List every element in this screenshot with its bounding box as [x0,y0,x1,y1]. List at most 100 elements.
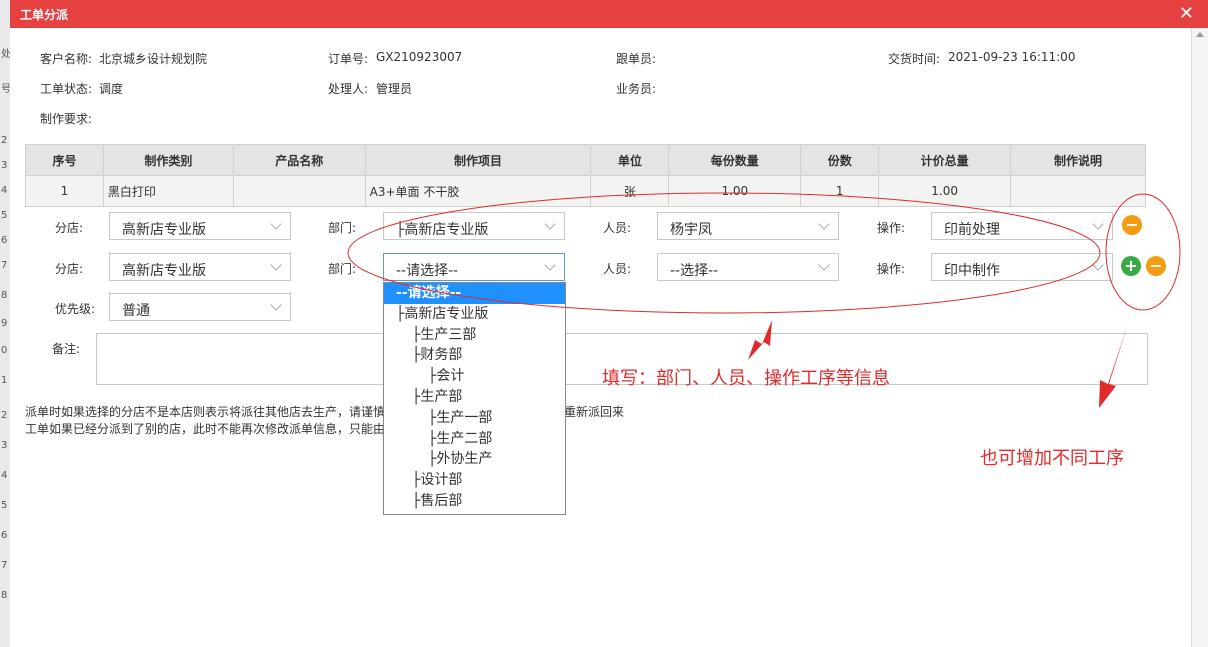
cell-copies: 1 [800,175,880,207]
bg-marker: 1 [1,375,8,386]
dropdown-option[interactable]: ├外协生产 [384,449,565,470]
dept-label: 部门: [328,221,357,235]
cell-qty-per: 1.00 [668,175,802,207]
delivery-label: 交货时间: [888,52,941,66]
bg-marker: 4 [1,470,8,481]
status-label: 工单状态: [40,82,93,96]
dept-select-1[interactable]: ├高新店专业版 [383,212,565,240]
col-header: 计价总量 [878,144,1012,176]
dept-value: ├高新店专业版 [396,222,489,238]
bg-marker: 2 [1,135,8,146]
table-row[interactable]: 1 黑白打印 A3+单面 不干胶 张 1.00 1 1.00 [25,175,1146,207]
person-value: --选择-- [670,263,719,279]
dropdown-option[interactable]: ├生产一部 [384,408,565,429]
col-header: 制作说明 [1010,144,1146,176]
annotation-fill-info: 填写：部门、人员、操作工序等信息 [602,368,890,389]
op-value: 印前处理 [944,222,1000,238]
sales-label: 业务员: [616,82,657,96]
cell-unit: 张 [590,175,670,207]
col-header: 每份数量 [668,144,802,176]
bg-marker: 3 [1,440,8,451]
bg-marker: 5 [1,210,8,221]
cell-item: A3+单面 不干胶 [364,175,592,207]
op-value: 印中制作 [944,263,1000,279]
dropdown-option[interactable]: ├生产二部 [384,429,565,450]
bg-marker: 0 [1,345,8,356]
bg-marker: 5 [1,500,8,511]
dept-dropdown-list: --请选择-- ├高新店专业版 ├生产三部 ├财务部 ├会计 ├生产部 ├生产一… [383,282,566,515]
op-label: 操作: [877,221,906,235]
cell-product [232,175,366,207]
col-header: 份数 [800,144,880,176]
chevron-down-icon [818,259,830,271]
annotation-overlay [347,192,1181,408]
follower-label: 跟单员: [616,52,657,66]
dropdown-option[interactable]: ├生产部 [384,387,565,408]
dept-label: 部门: [328,262,357,276]
bg-marker: 4 [1,185,8,196]
add-step-button[interactable]: + [1121,256,1141,276]
op-label: 操作: [877,262,906,276]
requirement-label: 制作要求: [40,112,93,126]
col-header: 单位 [590,144,670,176]
dropdown-option[interactable]: ├会计 [384,366,565,387]
customer-value: 北京城乡设计规划院 [99,52,208,66]
dropdown-option[interactable]: ├高新店专业版 [384,304,565,325]
bg-marker: 6 [1,235,8,246]
handler-label: 处理人: [328,82,369,96]
dropdown-option[interactable]: ├财务部 [384,345,565,366]
bg-marker: 8 [1,290,8,301]
handler-value: 管理员 [376,82,413,96]
bg-marker: 2 [1,410,8,421]
branch-label: 分店: [55,262,84,276]
bg-marker: 3 [1,160,8,171]
chevron-down-icon [1092,218,1104,230]
chevron-down-icon [818,218,830,230]
bg-marker: 6 [1,530,8,541]
branch-label: 分店: [55,221,84,235]
priority-select[interactable]: 普通 [109,293,291,321]
dropdown-option[interactable]: ├设计部 [384,470,565,491]
dropdown-option[interactable]: ├生产三部 [384,325,565,346]
dialog-title: 工单分派 [20,8,69,22]
dropdown-option[interactable]: ├售后部 [384,491,565,512]
chevron-down-icon [544,259,556,271]
remove-step-button-2[interactable]: − [1146,256,1166,276]
table-header-row: 序号 制作类别 产品名称 制作项目 单位 每份数量 份数 计价总量 制作说明 [25,144,1146,176]
dept-value: --请选择-- [396,263,459,279]
op-select-2[interactable]: 印中制作 [931,253,1113,281]
dialog-titlebar: 工单分派 ✕ [10,0,1208,28]
chevron-down-icon [544,218,556,230]
branch-value: 高新店专业版 [122,263,206,279]
chevron-down-icon [270,259,282,271]
branch-select-1[interactable]: 高新店专业版 [109,212,291,240]
cell-note [1010,175,1146,207]
chevron-down-icon [270,299,282,311]
dropdown-option[interactable]: --请选择-- [384,283,565,304]
priority-label: 优先级: [55,302,96,316]
cell-category: 黑白打印 [102,175,234,207]
annotation-add-steps: 也可增加不同工序 [980,448,1124,469]
col-header: 制作项目 [364,144,592,176]
priority-value: 普通 [122,303,150,319]
note-line-1a: 派单时如果选择的分店不是本店则表示将派往其他店去生产，请谨慎 [25,405,386,419]
bg-marker: 9 [1,318,8,329]
person-select-2[interactable]: --选择-- [657,253,839,281]
remove-step-button-1[interactable]: − [1122,215,1142,235]
dispatch-dialog: 工单分派 ✕ 客户名称: 北京城乡设计规划院 订单号: GX210923007 … [10,0,1208,647]
col-header: 序号 [25,144,104,176]
scroll-up-icon[interactable] [1196,32,1204,37]
bg-marker: 8 [1,590,8,601]
person-select-1[interactable]: 杨宇凤 [657,212,839,240]
annotation-ellipse-buttons [1105,193,1181,311]
cell-total: 1.00 [878,175,1012,207]
vertical-scrollbar[interactable] [1191,28,1208,647]
branch-value: 高新店专业版 [122,222,206,238]
branch-select-2[interactable]: 高新店专业版 [109,253,291,281]
op-select-1[interactable]: 印前处理 [931,212,1113,240]
close-icon[interactable]: ✕ [1179,3,1194,24]
customer-label: 客户名称: [40,52,93,66]
bg-marker: 7 [1,560,8,571]
dept-select-2[interactable]: --请选择-- [383,253,565,281]
bg-marker: 7 [1,260,8,271]
